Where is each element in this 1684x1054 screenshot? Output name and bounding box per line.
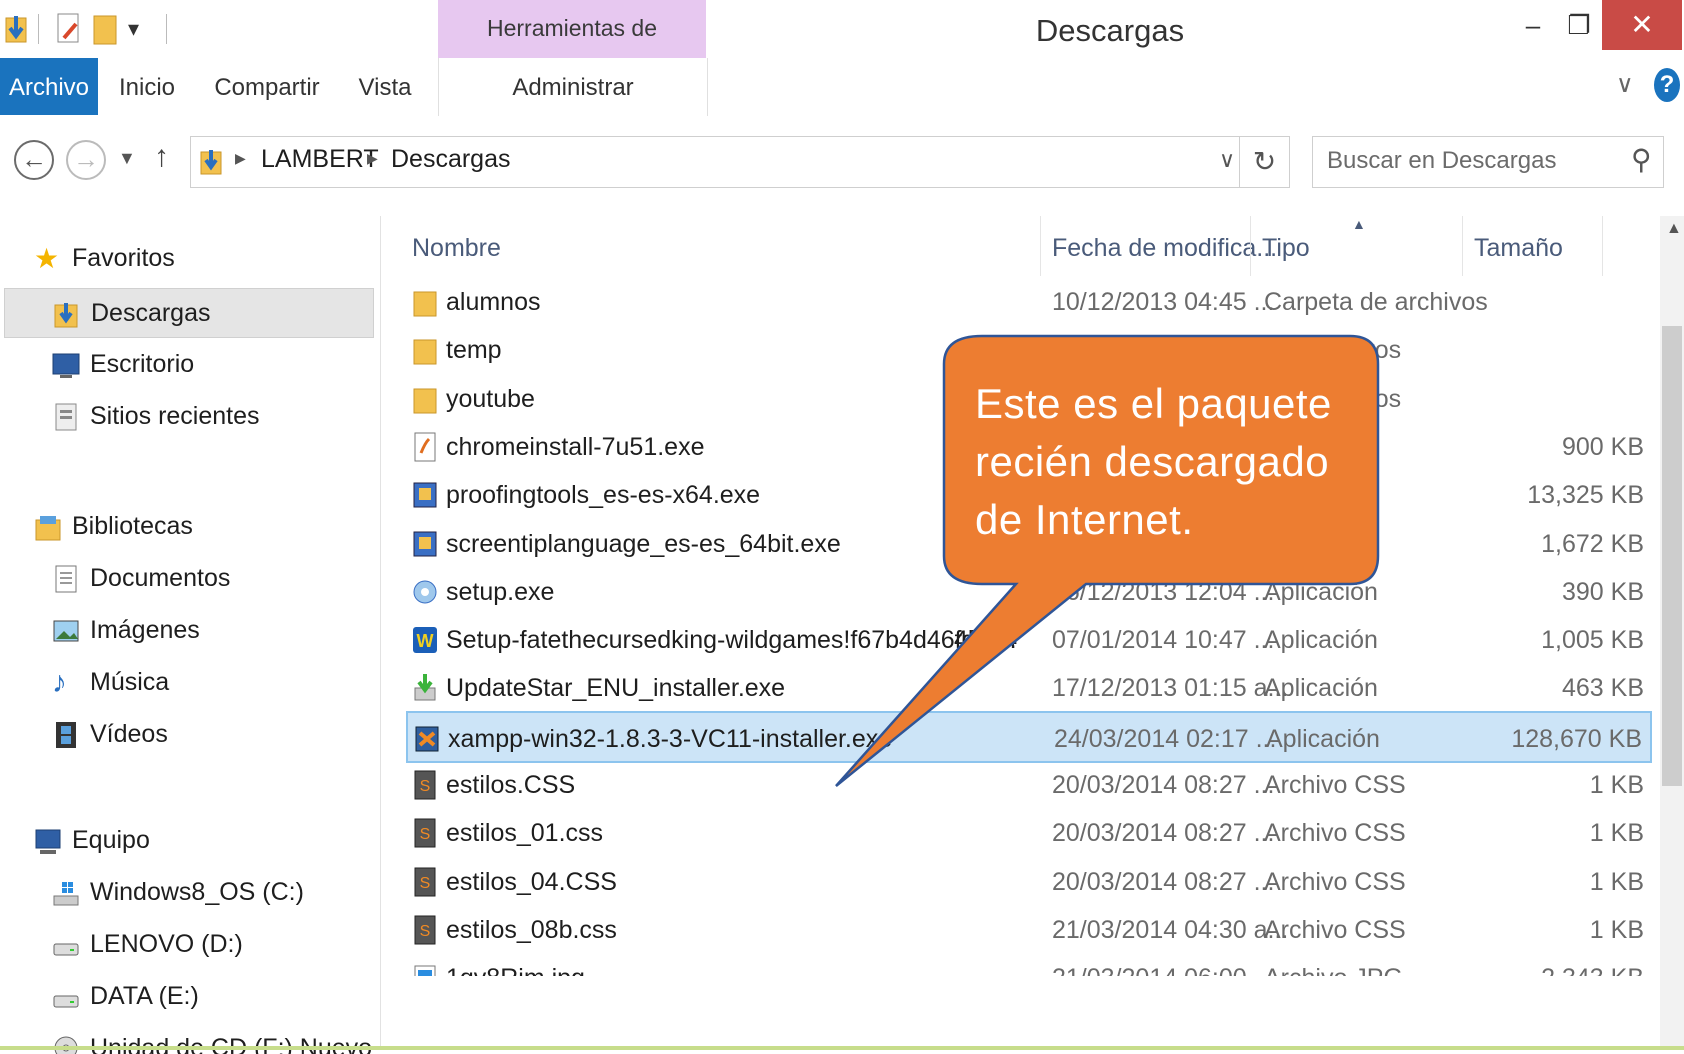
callout-line: Este es el paquete — [975, 380, 1332, 427]
callout-bubble — [835, 334, 1380, 787]
callout-line: de Internet. — [975, 496, 1194, 543]
callout-text: Este es el paquete recién descargado de … — [975, 375, 1351, 549]
callout-line: recién descargado — [975, 438, 1330, 485]
window-bottom-edge — [0, 1046, 1684, 1050]
